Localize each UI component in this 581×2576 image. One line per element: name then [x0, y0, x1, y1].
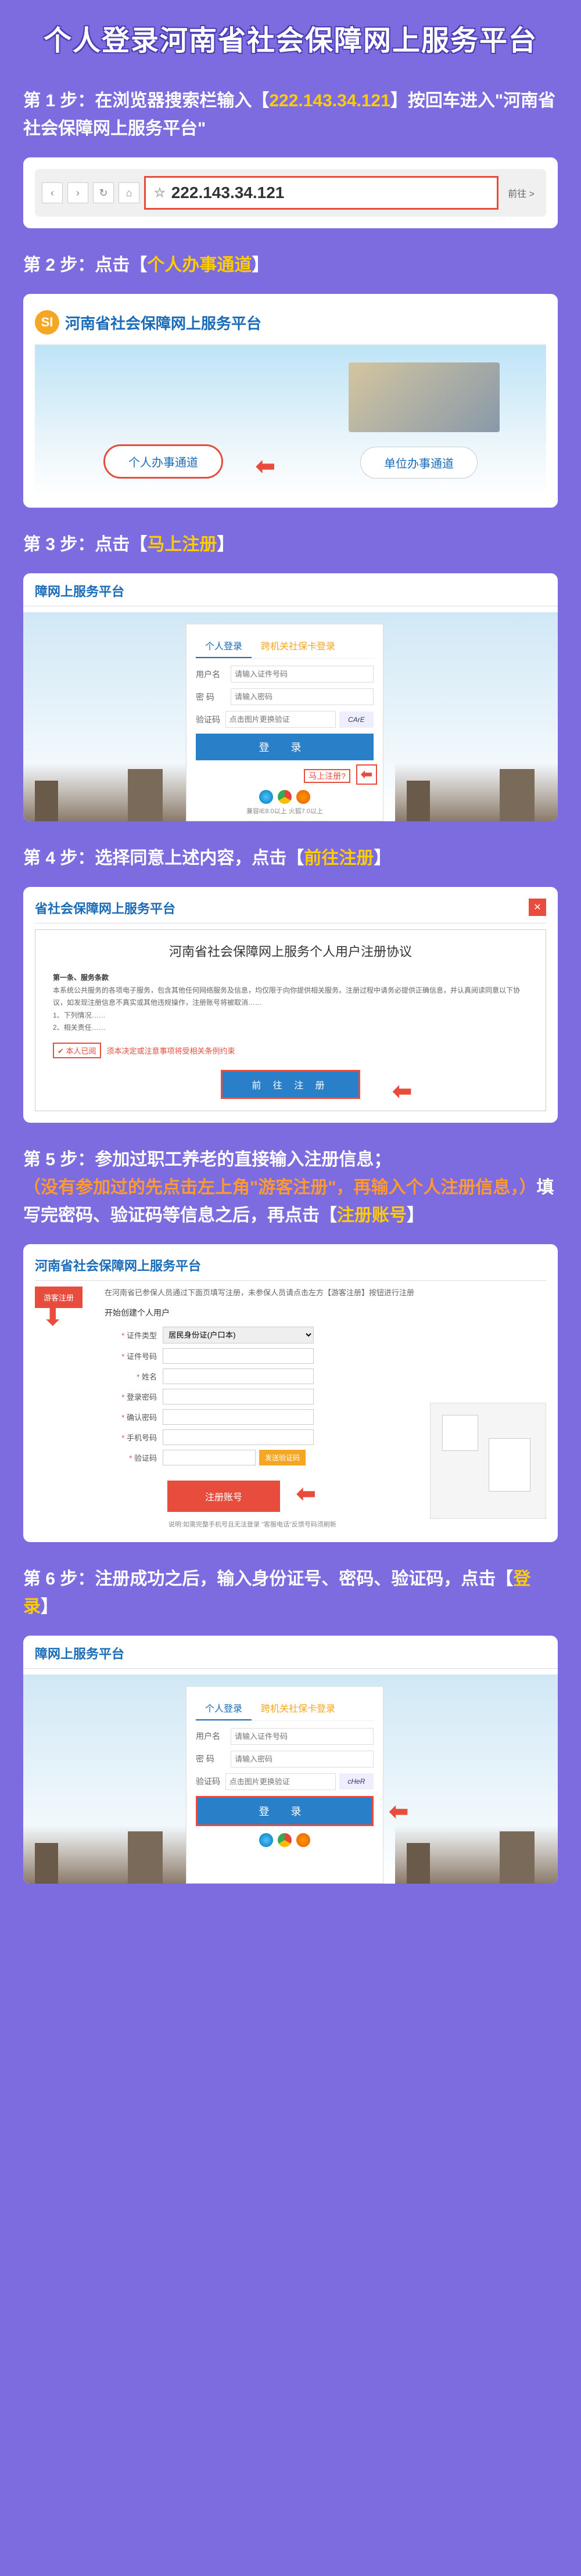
login-button[interactable]: 登 录	[196, 1796, 374, 1826]
home-icon[interactable]: ⌂	[119, 182, 139, 203]
name-label: * 姓名	[105, 1371, 163, 1382]
password-label: * 登录密码	[105, 1391, 163, 1402]
nav-forward-icon[interactable]: ›	[67, 182, 88, 203]
close-icon[interactable]: ✕	[529, 899, 546, 916]
vcode-input[interactable]	[163, 1450, 256, 1465]
step3-text: 第 3 步：点击【马上注册】	[23, 531, 558, 559]
idtype-label: * 证件类型	[105, 1330, 163, 1341]
tab-personal-login[interactable]: 个人登录	[196, 1696, 252, 1720]
name-input[interactable]	[163, 1368, 314, 1384]
login-panel: 个人登录 跨机关社保卡登录 用户名 密 码 验证码 cHeR 登 录	[186, 1686, 383, 1884]
ie-icon	[259, 790, 273, 804]
step5-screenshot: 河南省社会保障网上服务平台 游客注册 在河南省已参保人员通过下面页填写注册，未参…	[23, 1244, 558, 1542]
step2-text: 第 2 步：点击【个人办事通道】	[23, 252, 558, 279]
service-header: 省社会保障网上服务平台	[35, 899, 546, 924]
reload-icon[interactable]: ↻	[93, 182, 114, 203]
tab-card-login[interactable]: 跨机关社保卡登录	[252, 634, 345, 658]
password2-label: * 确认密码	[105, 1411, 163, 1422]
arrow-icon	[392, 1078, 412, 1105]
agree-hint: 须本决定或注意事项将受相关条例约束	[107, 1045, 235, 1056]
service-header: 障网上服务平台	[23, 1636, 558, 1669]
layout-diagram	[430, 1403, 546, 1519]
username-input[interactable]	[231, 666, 374, 682]
step1-screenshot: ‹ › ↻ ⌂ ☆ 222.143.34.121 前往 >	[23, 157, 558, 228]
captcha-label: 验证码	[196, 1776, 225, 1787]
reg-password-input[interactable]	[163, 1389, 314, 1404]
hero-image	[349, 362, 500, 432]
register-hint: 在河南省已参保人员通过下面页填写注册，未参保人员请点击左方【游客注册】按钮进行注…	[105, 1287, 418, 1298]
register-link[interactable]: 马上注册?	[304, 769, 350, 783]
arrow-icon	[43, 1304, 63, 1331]
arrow-icon	[356, 764, 377, 785]
username-label: 用户名	[196, 669, 231, 680]
arrow-icon	[256, 453, 275, 480]
login-button[interactable]: 登 录	[196, 734, 374, 760]
logo-icon: SI	[35, 310, 59, 335]
register-submit-button[interactable]: 注册账号	[168, 1482, 279, 1511]
firefox-icon	[296, 1833, 310, 1847]
step6-text: 第 6 步：注册成功之后，输入身份证号、密码、验证码，点击【登录】	[23, 1565, 558, 1621]
vcode-label: * 验证码	[105, 1452, 163, 1463]
step1-text: 第 1 步：在浏览器搜索栏输入【222.143.34.121】按回车进入"河南省…	[23, 87, 558, 143]
nav-back-icon[interactable]: ‹	[42, 182, 63, 203]
step2-screenshot: SI 河南省社会保障网上服务平台 个人办事通道 单位办事通道	[23, 294, 558, 508]
idno-label: * 证件号码	[105, 1350, 163, 1361]
tab-card-login[interactable]: 跨机关社保卡登录	[252, 1696, 345, 1720]
firefox-icon	[296, 790, 310, 804]
mobile-label: * 手机号码	[105, 1432, 163, 1443]
username-label: 用户名	[196, 1730, 231, 1742]
service-header: 障网上服务平台	[23, 573, 558, 606]
proceed-register-button[interactable]: 前 往 注 册	[221, 1070, 360, 1099]
form-section-title: 开始创建个人用户	[105, 1307, 418, 1321]
step3-screenshot: 障网上服务平台 个人登录 跨机关社保卡登录 用户名 密 码 验证码 CArE 登…	[23, 573, 558, 821]
tab-personal-login[interactable]: 个人登录	[196, 634, 252, 658]
password-label: 密 码	[196, 1753, 231, 1765]
unit-channel-button[interactable]: 单位办事通道	[360, 447, 478, 479]
step4-text: 第 4 步：选择同意上述内容，点击【前往注册】	[23, 845, 558, 872]
star-icon: ☆	[154, 185, 166, 200]
captcha-input[interactable]	[225, 1773, 336, 1790]
captcha-image[interactable]: cHeR	[339, 1773, 374, 1790]
password-input[interactable]	[231, 688, 374, 705]
portal-title: 河南省社会保障网上服务平台	[65, 312, 261, 333]
page-title: 个人登录河南省社会保障网上服务平台	[23, 17, 558, 58]
chrome-icon	[278, 1833, 292, 1847]
reg-password2-input[interactable]	[163, 1409, 314, 1425]
url-text: 222.143.34.121	[171, 184, 285, 202]
ie-icon	[259, 1833, 273, 1847]
username-input[interactable]	[231, 1728, 374, 1745]
browser-note: 兼容IE8.0以上 火狐7.0以上	[196, 806, 374, 815]
captcha-label: 验证码	[196, 714, 225, 725]
browser-compat	[196, 1833, 374, 1847]
step6-screenshot: 障网上服务平台 个人登录 跨机关社保卡登录 用户名 密 码 验证码 cHeR	[23, 1636, 558, 1884]
password-input[interactable]	[231, 1751, 374, 1767]
agreement-panel: 河南省社会保障网上服务个人用户注册协议 第一条、服务条款 本系统公共服务的各项电…	[35, 929, 546, 1111]
chrome-icon	[278, 790, 292, 804]
mobile-input[interactable]	[163, 1429, 314, 1445]
idno-input[interactable]	[163, 1348, 314, 1364]
browser-compat	[196, 790, 374, 804]
password-label: 密 码	[196, 691, 231, 703]
step4-screenshot: ✕ 省社会保障网上服务平台 河南省社会保障网上服务个人用户注册协议 第一条、服务…	[23, 887, 558, 1123]
form-note: 说明:如需完整手机号且无法登录 "客服电话"反馈号码须刷新	[168, 1520, 418, 1530]
login-panel: 个人登录 跨机关社保卡登录 用户名 密 码 验证码 CArE 登 录 马上注册?	[186, 624, 383, 821]
service-header: 河南省社会保障网上服务平台	[35, 1256, 546, 1281]
personal-channel-button[interactable]: 个人办事通道	[103, 444, 223, 479]
agreement-title: 河南省社会保障网上服务个人用户注册协议	[53, 942, 528, 960]
agreement-body: 第一条、服务条款 本系统公共服务的各项电子服务，包含其他任何网络服务及信息，均仅…	[53, 972, 528, 1034]
send-code-button[interactable]: 发送验证码	[259, 1450, 306, 1465]
captcha-input[interactable]	[225, 711, 336, 728]
agree-checkbox[interactable]: ✔ 本人已阅	[53, 1043, 101, 1058]
url-input[interactable]: ☆ 222.143.34.121	[144, 176, 498, 210]
go-button[interactable]: 前往 >	[503, 180, 539, 206]
idtype-select[interactable]: 居民身份证(户口本)	[163, 1327, 314, 1343]
arrow-icon	[296, 1481, 316, 1507]
captcha-image[interactable]: CArE	[339, 712, 374, 728]
step5-text: 第 5 步：参加过职工养老的直接输入注册信息； （没有参加过的先点击左上角"游客…	[23, 1146, 558, 1230]
